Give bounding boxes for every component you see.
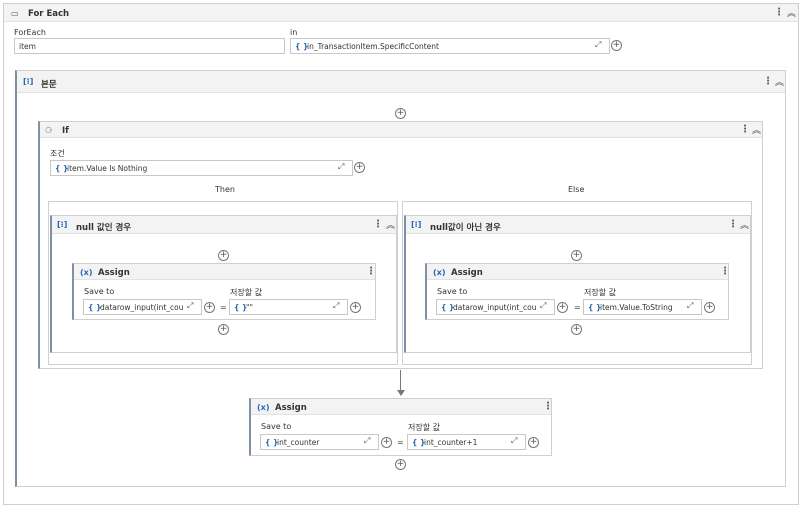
counter-value-input[interactable]: { } int_counter+1 ⤢	[407, 434, 526, 450]
condition-input[interactable]: { } item.Value Is Nothing ⤢	[50, 160, 353, 176]
in-expression-input[interactable]: { } in_TransactionItem.SpecificContent ⤢	[290, 38, 610, 54]
value-label: 저장할 값	[584, 288, 616, 297]
if-menu-icon[interactable]: ⋮	[740, 125, 750, 135]
save-to-label: Save to	[84, 287, 115, 296]
save-to-label: Save to	[261, 422, 292, 431]
body-menu-icon[interactable]: ⋮	[763, 77, 773, 87]
then-value: ""	[246, 303, 253, 312]
then-assign-title: Assign	[98, 268, 130, 278]
expand-icon[interactable]: ⤢	[364, 436, 375, 447]
equals-sign: =	[397, 438, 404, 447]
expand-icon[interactable]: ⤢	[540, 301, 551, 312]
if-collapse-icon[interactable]: ︽	[752, 126, 761, 136]
foreach-icon: ▭	[11, 9, 19, 18]
else-sequence-menu-icon[interactable]: ⋮	[728, 220, 738, 230]
body-header[interactable]	[17, 71, 785, 93]
counter-save-to-input[interactable]: { } int_counter ⤢	[260, 434, 379, 450]
expand-icon[interactable]: ⤢	[511, 436, 522, 447]
assign-icon: (x)	[257, 403, 270, 412]
expand-icon[interactable]: ⤢	[338, 162, 349, 173]
expand-icon[interactable]: ⤢	[333, 301, 344, 312]
if-icon: ⚆	[45, 126, 53, 135]
save-to-label: Save to	[437, 287, 468, 296]
condition-add-icon[interactable]: +	[354, 162, 365, 173]
counter-value: int_counter+1	[424, 438, 478, 447]
else-assign-title: Assign	[451, 268, 483, 278]
then-save-to-add-icon[interactable]: +	[204, 302, 215, 313]
then-assign-menu-icon[interactable]: ⋮	[366, 267, 376, 277]
in-label: in	[290, 28, 298, 37]
flow-connector-arrow-icon	[397, 390, 405, 396]
value-label: 저장할 값	[230, 288, 262, 297]
assign-icon: (x)	[433, 268, 446, 277]
foreach-item-value: item	[19, 42, 36, 51]
else-add-after-assign-icon[interactable]: +	[571, 324, 582, 335]
if-header[interactable]	[40, 122, 762, 138]
else-sequence-collapse-icon[interactable]: ︽	[740, 221, 749, 231]
condition-value: item.Value Is Nothing	[67, 164, 148, 173]
foreach-header[interactable]	[4, 4, 798, 22]
foreach-collapse-icon[interactable]: ︽	[787, 9, 796, 19]
then-sequence-menu-icon[interactable]: ⋮	[373, 220, 383, 230]
sequence-icon: [⁝]	[411, 220, 422, 229]
expand-icon[interactable]: ⤢	[187, 301, 198, 312]
then-value-add-icon[interactable]: +	[350, 302, 361, 313]
counter-save-to-add-icon[interactable]: +	[381, 437, 392, 448]
if-title: If	[62, 126, 69, 136]
equals-sign: =	[220, 303, 227, 312]
body-add-after-counter-icon[interactable]: +	[395, 459, 406, 470]
body-add-activity-icon[interactable]: +	[395, 108, 406, 119]
in-add-icon[interactable]: +	[611, 40, 622, 51]
else-save-to-add-icon[interactable]: +	[557, 302, 568, 313]
then-add-after-assign-icon[interactable]: +	[218, 324, 229, 335]
then-sequence-title: null 값인 경우	[76, 223, 132, 233]
in-expression-value: in_TransactionItem.SpecificContent	[307, 42, 439, 51]
assign-icon: (x)	[80, 268, 93, 277]
flow-connector-line	[400, 370, 401, 392]
counter-save-to-value: int_counter	[277, 438, 320, 447]
then-sequence-collapse-icon[interactable]: ︽	[386, 221, 395, 231]
else-label: Else	[568, 185, 585, 194]
then-save-to-value: datarow_input(int_cou	[100, 303, 183, 312]
then-save-to-input[interactable]: { } datarow_input(int_cou ⤢	[83, 299, 202, 315]
sequence-icon: [⁝]	[57, 220, 68, 229]
foreach-title: For Each	[28, 9, 70, 19]
equals-sign: =	[574, 303, 581, 312]
then-label: Then	[215, 185, 235, 194]
body-title: 본문	[41, 80, 57, 90]
else-save-to-value: datarow_input(int_cou	[453, 303, 536, 312]
else-value-input[interactable]: { } item.Value.ToString ⤢	[583, 299, 702, 315]
sequence-icon: [⁝]	[23, 77, 34, 86]
expand-icon[interactable]: ⤢	[687, 301, 698, 312]
then-value-input[interactable]: { } "" ⤢	[229, 299, 348, 315]
expand-icon[interactable]: ⤢	[595, 40, 606, 51]
then-add-activity-icon[interactable]: +	[218, 250, 229, 261]
else-save-to-input[interactable]: { } datarow_input(int_cou ⤢	[436, 299, 555, 315]
else-sequence-title: null값이 아닌 경우	[430, 223, 501, 233]
condition-label: 조건	[50, 149, 65, 158]
foreach-label: ForEach	[14, 28, 46, 37]
else-value: item.Value.ToString	[600, 303, 673, 312]
else-value-add-icon[interactable]: +	[704, 302, 715, 313]
counter-assign-title: Assign	[275, 403, 307, 413]
else-add-activity-icon[interactable]: +	[571, 250, 582, 261]
foreach-item-input[interactable]: item	[14, 38, 285, 54]
value-label: 저장할 값	[408, 423, 440, 432]
body-collapse-icon[interactable]: ︽	[775, 78, 784, 88]
else-assign-menu-icon[interactable]: ⋮	[720, 267, 730, 277]
counter-assign-menu-icon[interactable]: ⋮	[543, 402, 553, 412]
foreach-menu-icon[interactable]: ⋮	[774, 8, 784, 18]
counter-value-add-icon[interactable]: +	[528, 437, 539, 448]
